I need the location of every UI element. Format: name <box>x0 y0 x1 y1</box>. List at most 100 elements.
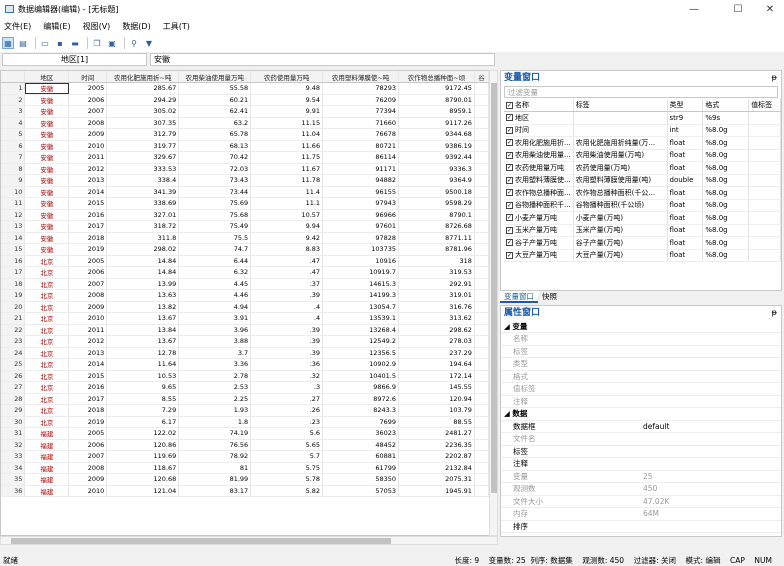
cell-value[interactable]: .47 <box>250 266 324 279</box>
cell-region[interactable]: 北京 <box>24 266 70 279</box>
cell-value[interactable]: 13.63 <box>106 289 180 302</box>
cell-region[interactable]: 福建 <box>24 427 70 440</box>
cell-value[interactable]: 2481.27 <box>398 427 475 440</box>
cell-value[interactable]: .37 <box>250 278 324 290</box>
cell-empty[interactable] <box>474 128 489 141</box>
cell-empty[interactable] <box>474 151 489 164</box>
property-row[interactable]: 注释 <box>501 457 781 471</box>
cell-value[interactable]: 12356.5 <box>322 347 400 359</box>
cell-value[interactable]: 8781.96 <box>398 243 475 256</box>
column-header[interactable]: 农用化肥施用折~吨 <box>106 71 180 83</box>
cell-value[interactable]: 318 <box>398 255 475 267</box>
cell-value[interactable]: 9.48 <box>250 82 324 95</box>
cell-value[interactable]: 78.92 <box>178 450 252 463</box>
column-header[interactable]: 农用柴油使用量万吨 <box>178 71 252 83</box>
cell-empty[interactable] <box>474 439 489 451</box>
cell-value[interactable]: 36023 <box>322 427 400 440</box>
cell-value[interactable]: 3.7 <box>178 347 252 359</box>
cell-value[interactable]: 2017 <box>68 393 108 405</box>
cell-value[interactable]: 8243.3 <box>322 404 400 417</box>
cell-value[interactable]: 9.91 <box>250 105 324 118</box>
cell-value[interactable]: 60.21 <box>178 94 252 106</box>
copy-icon[interactable]: ❐ <box>91 37 103 49</box>
cell-value[interactable]: 7699 <box>322 416 400 428</box>
tab-variables[interactable]: 变量窗口 <box>500 291 538 303</box>
variable-row[interactable]: ✓ 大豆产量万吨 大豆产量(万吨) float %8.0g <box>504 249 781 262</box>
close-button[interactable]: ✕ <box>752 0 784 18</box>
cell-value[interactable]: 119.69 <box>106 450 180 463</box>
cell-value-input[interactable]: 安徽 <box>150 53 495 66</box>
cell-value[interactable]: 97828 <box>322 232 400 244</box>
cell-value[interactable]: 2010 <box>68 140 108 152</box>
cell-region[interactable]: 北京 <box>24 347 70 359</box>
cell-region[interactable]: 安徽 <box>24 128 70 141</box>
cell-value[interactable]: 61799 <box>322 462 400 474</box>
cell-value[interactable]: 338.4 <box>106 174 180 187</box>
cell-value[interactable]: 76678 <box>322 128 400 141</box>
cell-value[interactable]: 2.78 <box>178 370 252 382</box>
property-row[interactable]: 数据框 default <box>501 420 781 433</box>
cell-value[interactable]: 62.41 <box>178 105 252 118</box>
cell-value[interactable]: 6.17 <box>106 416 180 428</box>
cell-value[interactable]: 11.64 <box>106 358 180 371</box>
cell-value[interactable]: .32 <box>250 370 324 382</box>
cell-value[interactable]: 9172.45 <box>398 82 475 95</box>
cell-value[interactable]: 298.62 <box>398 324 475 336</box>
cell-value[interactable]: 2008 <box>68 289 108 302</box>
cell-value[interactable]: 78293 <box>322 82 400 95</box>
menu-file[interactable]: 文件(E) <box>4 21 31 32</box>
cell-value[interactable]: 122.02 <box>106 427 180 440</box>
variable-filter-input[interactable]: 过滤变量 <box>504 86 778 98</box>
variable-row[interactable]: ✓ 农用柴油使用量... 农用柴油使用量(万吨) float %8.0g <box>504 149 781 162</box>
cell-value[interactable]: 14.84 <box>106 255 180 267</box>
cell-value[interactable]: 14199.3 <box>322 289 400 302</box>
cell-region[interactable]: 安徽 <box>24 105 70 118</box>
cell-value[interactable]: 8972.6 <box>322 393 400 405</box>
cell-value[interactable]: 318.72 <box>106 220 180 233</box>
variables-header-name[interactable]: ✓ 名称 <box>504 99 574 112</box>
cell-value[interactable]: 2014 <box>68 186 108 198</box>
cell-value[interactable]: 103.79 <box>398 404 475 417</box>
cell-value[interactable]: 81.99 <box>178 473 252 486</box>
cell-region[interactable]: 北京 <box>24 335 70 348</box>
cell-value[interactable]: 2075.31 <box>398 473 475 486</box>
variables-header-value-label[interactable]: 值标签 <box>748 99 781 112</box>
cell-region[interactable]: 北京 <box>24 404 70 417</box>
cell-value[interactable]: 9598.29 <box>398 197 475 210</box>
cell-empty[interactable] <box>474 485 489 497</box>
cell-region[interactable]: 安徽 <box>24 174 70 187</box>
cell-value[interactable]: .23 <box>250 416 324 428</box>
cell-value[interactable]: 2018 <box>68 232 108 244</box>
cell-empty[interactable] <box>474 450 489 463</box>
cell-empty[interactable] <box>474 358 489 371</box>
cell-empty[interactable] <box>474 289 489 302</box>
cell-empty[interactable] <box>474 117 489 129</box>
checkbox-icon[interactable]: ✓ <box>506 126 513 134</box>
cell-value[interactable]: 73.43 <box>178 174 252 187</box>
menu-tools[interactable]: 工具(T) <box>163 21 190 32</box>
cell-value[interactable]: 80721 <box>322 140 400 152</box>
column-header[interactable]: 农作物总播种面~顷 <box>398 71 475 83</box>
cell-value[interactable]: 8726.68 <box>398 220 475 233</box>
cell-value[interactable]: 10919.7 <box>322 266 400 279</box>
cell-value[interactable]: 5.7 <box>250 450 324 463</box>
cell-region[interactable]: 北京 <box>24 312 70 325</box>
cell-empty[interactable] <box>474 197 489 210</box>
cell-value[interactable]: 2236.35 <box>398 439 475 451</box>
cell-value[interactable]: 70.42 <box>178 151 252 164</box>
cell-value[interactable]: 4.94 <box>178 301 252 313</box>
cell-value[interactable]: 10.57 <box>250 209 324 221</box>
cell-value[interactable]: 65.78 <box>178 128 252 141</box>
cell-region[interactable]: 北京 <box>24 416 70 428</box>
cell-value[interactable]: 94882 <box>322 174 400 187</box>
cell-value[interactable]: 312.79 <box>106 128 180 141</box>
cell-value[interactable]: 5.6 <box>250 427 324 440</box>
cell-value[interactable]: 12549.2 <box>322 335 400 348</box>
cell-empty[interactable] <box>474 94 489 106</box>
cell-value[interactable]: 8771.11 <box>398 232 475 244</box>
cell-value[interactable]: 341.39 <box>106 186 180 198</box>
cell-value[interactable]: 77394 <box>322 105 400 118</box>
checkbox-icon[interactable]: ✓ <box>506 239 513 247</box>
cell-empty[interactable] <box>474 209 489 221</box>
grid-horizontal-scrollbar[interactable] <box>0 536 498 545</box>
